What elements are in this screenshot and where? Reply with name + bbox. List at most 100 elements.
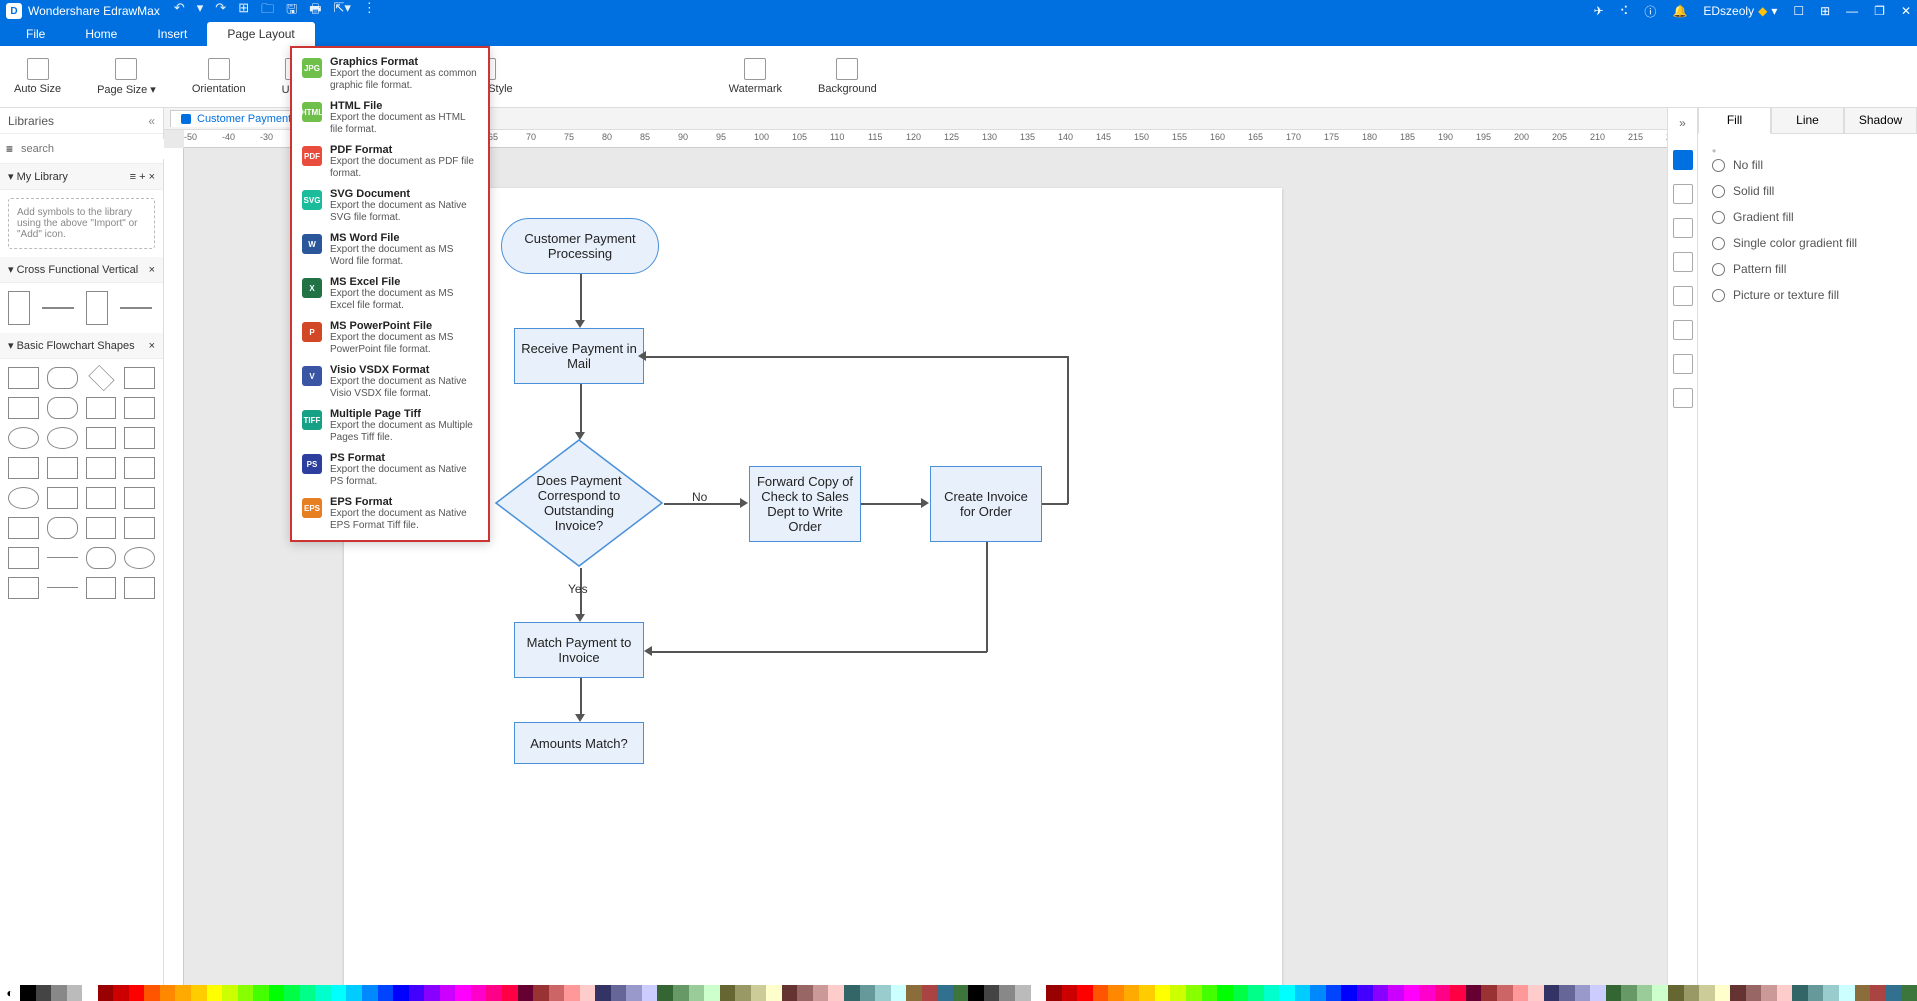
color-swatch[interactable] (1279, 985, 1295, 1001)
color-picker-icon[interactable]: ◐ (0, 985, 20, 1001)
color-swatch[interactable] (518, 985, 534, 1001)
color-swatch[interactable] (1590, 985, 1606, 1001)
shape-stencil[interactable] (86, 577, 117, 599)
shape-stencil[interactable] (8, 517, 39, 539)
color-swatch[interactable] (346, 985, 362, 1001)
rail-grid-icon[interactable] (1673, 184, 1693, 204)
color-swatch[interactable] (875, 985, 891, 1001)
color-swatch[interactable] (533, 985, 549, 1001)
color-swatch[interactable] (1513, 985, 1529, 1001)
crossfn-shape[interactable] (8, 291, 30, 325)
export-option[interactable]: EPSEPS FormatExport the document as Nati… (292, 492, 488, 536)
shape-stencil[interactable] (124, 517, 155, 539)
tab-shadow[interactable]: Shadow (1844, 108, 1917, 134)
shape-stencil[interactable] (8, 397, 39, 419)
color-swatch[interactable] (1730, 985, 1746, 1001)
color-swatch[interactable] (1481, 985, 1497, 1001)
save-icon[interactable]: 🖫 (286, 0, 297, 22)
export-option[interactable]: VVisio VSDX FormatExport the document as… (292, 360, 488, 404)
color-swatch[interactable] (1699, 985, 1715, 1001)
rail-comment-icon[interactable] (1673, 388, 1693, 408)
fill-opt-picture[interactable]: Picture or texture fill (1712, 288, 1903, 302)
color-swatch[interactable] (1450, 985, 1466, 1001)
color-swatch[interactable] (1155, 985, 1171, 1001)
shape-stencil[interactable] (124, 367, 155, 389)
color-swatch[interactable] (238, 985, 254, 1001)
color-swatch[interactable] (207, 985, 223, 1001)
basicshapes-section[interactable]: ▾ Basic Flowchart Shapes× (0, 333, 163, 359)
color-swatch[interactable] (175, 985, 191, 1001)
new-icon[interactable]: ⊞ (238, 0, 249, 22)
export-option[interactable]: HTMLHTML FileExport the document as HTML… (292, 96, 488, 140)
shape-stencil[interactable] (86, 517, 117, 539)
color-swatch[interactable] (782, 985, 798, 1001)
color-swatch[interactable] (160, 985, 176, 1001)
color-swatch[interactable] (1046, 985, 1062, 1001)
shape-stencil[interactable] (124, 487, 155, 509)
notification-icon[interactable]: 🔔 (1672, 4, 1687, 18)
color-swatch[interactable] (269, 985, 285, 1001)
color-swatch[interactable] (735, 985, 751, 1001)
color-swatch[interactable] (1637, 985, 1653, 1001)
open-icon[interactable]: 🗀 (261, 0, 274, 22)
color-swatch[interactable] (1170, 985, 1186, 1001)
user-badge[interactable]: EDszeoly◆▾ (1703, 4, 1777, 18)
menu-home[interactable]: Home (65, 22, 137, 46)
color-swatch[interactable] (1715, 985, 1731, 1001)
close-icon[interactable]: ✕ (1901, 4, 1911, 18)
color-swatch[interactable] (455, 985, 471, 1001)
color-swatch[interactable] (689, 985, 705, 1001)
color-swatch[interactable] (1217, 985, 1233, 1001)
color-swatch[interactable] (1870, 985, 1886, 1001)
undo-icon[interactable]: ↶ (174, 0, 185, 22)
color-swatch[interactable] (1684, 985, 1700, 1001)
color-swatch[interactable] (36, 985, 52, 1001)
menu-insert[interactable]: Insert (137, 22, 207, 46)
shape-stencil[interactable] (86, 427, 117, 449)
color-swatch[interactable] (1528, 985, 1544, 1001)
color-swatch[interactable] (1668, 985, 1684, 1001)
shape-stencil[interactable] (47, 517, 78, 539)
mylibrary-section[interactable]: ▾ My Library ≡ + × (0, 164, 163, 190)
shape-stencil[interactable] (124, 397, 155, 419)
expand-rail-icon[interactable]: » (1679, 116, 1686, 130)
shape-stencil[interactable] (47, 427, 78, 449)
color-swatch[interactable] (937, 985, 953, 1001)
color-swatch[interactable] (253, 985, 269, 1001)
color-swatch[interactable] (1886, 985, 1902, 1001)
flow-process[interactable]: Amounts Match? (514, 722, 644, 764)
color-swatch[interactable] (393, 985, 409, 1001)
crossfn-shape[interactable] (86, 291, 108, 325)
shape-stencil[interactable] (8, 367, 39, 389)
shape-stencil[interactable] (86, 397, 117, 419)
crossfn-close-icon[interactable]: × (149, 264, 155, 276)
shape-stencil[interactable] (8, 427, 39, 449)
color-swatch[interactable] (1202, 985, 1218, 1001)
shape-stencil[interactable] (124, 427, 155, 449)
search-input[interactable] (17, 139, 167, 159)
color-swatch[interactable] (1466, 985, 1482, 1001)
color-swatch[interactable] (1233, 985, 1249, 1001)
rail-image-icon[interactable] (1673, 218, 1693, 238)
tab-line[interactable]: Line (1771, 108, 1844, 134)
color-swatch[interactable] (1093, 985, 1109, 1001)
color-swatch[interactable] (284, 985, 300, 1001)
shape-stencil[interactable] (8, 547, 39, 569)
fill-opt-nofill[interactable]: No fill (1712, 158, 1903, 172)
color-swatch[interactable] (486, 985, 502, 1001)
rail-layers-icon[interactable] (1673, 252, 1693, 272)
color-swatch[interactable] (968, 985, 984, 1001)
color-swatch[interactable] (1062, 985, 1078, 1001)
fill-opt-solid[interactable]: Solid fill (1712, 184, 1903, 198)
color-swatch[interactable] (984, 985, 1000, 1001)
color-swatch[interactable] (1839, 985, 1855, 1001)
filter-icon[interactable]: ≡ (6, 142, 13, 156)
ribbon-autosize[interactable]: Auto Size (8, 50, 67, 103)
crossfn-shape[interactable] (120, 307, 152, 309)
color-swatch[interactable] (1761, 985, 1777, 1001)
flow-terminator[interactable]: Customer Payment Processing (501, 218, 659, 274)
color-swatch[interactable] (67, 985, 83, 1001)
color-swatch[interactable] (1606, 985, 1622, 1001)
color-swatch[interactable] (1139, 985, 1155, 1001)
menu-file[interactable]: File (6, 22, 65, 46)
